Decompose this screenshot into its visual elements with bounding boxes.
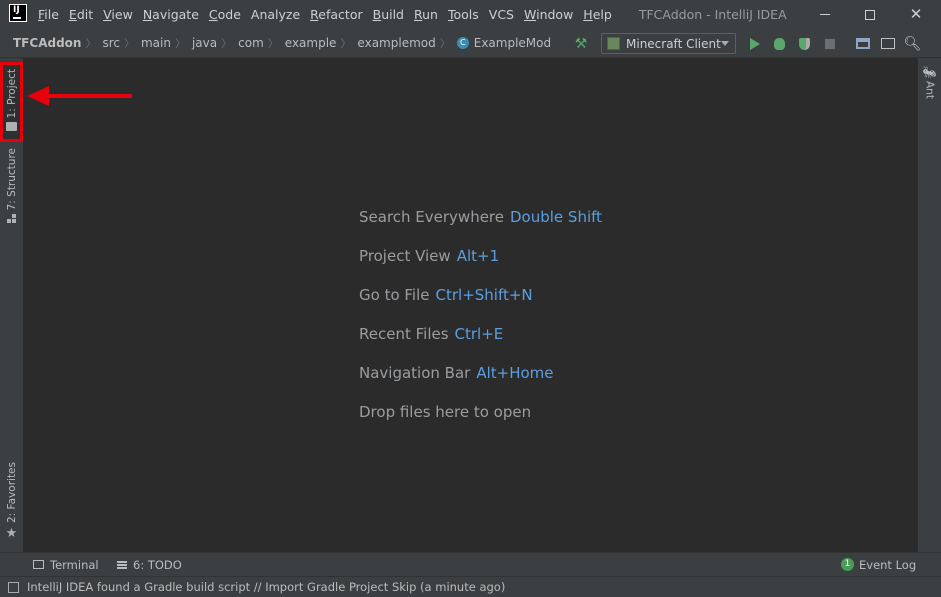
close-icon: ✕: [909, 5, 923, 23]
menu-window[interactable]: Window: [519, 0, 578, 29]
breadcrumb-current-file[interactable]: ExampleMod: [474, 36, 551, 50]
maximize-icon: [865, 9, 875, 20]
breadcrumb-item[interactable]: com: [238, 36, 264, 50]
build-hammer-icon[interactable]: ⚒: [570, 36, 592, 52]
coverage-button[interactable]: [792, 29, 817, 58]
terminal-tab-label: Terminal: [50, 557, 99, 572]
breadcrumb-item[interactable]: TFCAddon: [13, 36, 81, 50]
debug-button[interactable]: [767, 29, 792, 58]
ant-tool-tab[interactable]: 🐜︎ Ant: [918, 66, 941, 99]
menu-view[interactable]: View: [98, 0, 138, 29]
run-button[interactable]: [742, 29, 767, 58]
toggle-tool-windows-icon[interactable]: [8, 581, 19, 593]
favorites-tab-label: 2: Favorites: [5, 462, 18, 523]
event-count-badge: 1: [841, 558, 854, 571]
breadcrumb-separator-icon: 〉: [439, 37, 451, 50]
search-icon: 🔍︎: [903, 35, 922, 52]
menu-refactor[interactable]: Refactor: [305, 0, 367, 29]
stop-icon: [824, 38, 835, 49]
stop-button[interactable]: [817, 29, 842, 58]
hint-project-view: Project View Alt+1: [359, 247, 500, 265]
breadcrumb-separator-icon: 〉: [85, 37, 97, 50]
annotation-arrow-shaft: [48, 94, 132, 98]
coverage-icon: [799, 37, 810, 50]
menu-code[interactable]: Code: [204, 0, 246, 29]
project-tab-label: 1: Project: [5, 69, 18, 119]
breadcrumb-item[interactable]: src: [102, 36, 120, 50]
terminal-tool-tab[interactable]: Terminal: [33, 553, 99, 576]
search-everywhere-button[interactable]: 🔍︎: [900, 29, 925, 58]
intellij-logo-icon[interactable]: [9, 3, 27, 22]
breadcrumb-item[interactable]: examplemod: [357, 36, 435, 50]
bug-icon: [774, 37, 785, 50]
right-tool-window-bar: 🐜︎ Ant: [918, 58, 941, 552]
breadcrumb: TFCAddon 〉 src 〉 main 〉 java 〉 com 〉 example 〉…: [0, 29, 551, 58]
todo-tab-label: 6: TODO: [133, 557, 182, 572]
chevron-down-icon: [721, 41, 729, 46]
editor-empty-area[interactable]: Search Everywhere Double Shift Project Vi…: [23, 58, 918, 552]
play-icon: [749, 37, 760, 50]
breadcrumb-item[interactable]: java: [192, 36, 217, 50]
window-title: TFCAddon - IntelliJ IDEA: [638, 7, 787, 22]
breadcrumb-separator-icon: 〉: [123, 37, 135, 50]
structure-tab-label: 7: Structure: [5, 148, 18, 211]
menu-file[interactable]: File: [33, 0, 64, 29]
run-configuration-select[interactable]: Minecraft Client: [601, 33, 736, 54]
navigation-bar: TFCAddon 〉 src 〉 main 〉 java 〉 com 〉 example 〉…: [0, 29, 941, 58]
minimize-icon: [820, 14, 830, 15]
bottom-tool-window-bar: Terminal 6: TODO 1 Event Log: [0, 552, 941, 576]
event-log-tab-label: Event Log: [859, 557, 917, 572]
breadcrumb-separator-icon: 〉: [340, 37, 352, 50]
menu-edit[interactable]: Edit: [64, 0, 98, 29]
minecraft-icon: [607, 37, 620, 50]
minimize-button[interactable]: [802, 0, 848, 29]
breadcrumb-item[interactable]: example: [285, 36, 337, 50]
folder-icon: [6, 122, 17, 132]
left-tool-window-bar: 1: Project 7: Structure 2: Favorites ★: [0, 58, 23, 552]
run-configuration-label: Minecraft Client: [626, 36, 721, 51]
hint-go-to-file: Go to File Ctrl+Shift+N: [359, 286, 533, 304]
breadcrumb-item[interactable]: main: [141, 36, 171, 50]
project-tool-tab[interactable]: 1: Project: [0, 62, 23, 142]
run-toolbar: ⚒ Minecraft Client 🔍︎: [570, 29, 925, 58]
todo-list-icon: [117, 560, 127, 569]
event-log-tool-tab[interactable]: 1 Event Log: [841, 553, 916, 576]
ant-icon: 🐜︎: [922, 66, 937, 79]
annotation-arrow-head-icon: [27, 86, 49, 106]
structure-tool-tab[interactable]: 7: Structure: [0, 148, 23, 228]
close-button[interactable]: ✕: [893, 0, 939, 29]
hint-recent-files: Recent Files Ctrl+E: [359, 325, 504, 343]
ant-tab-label: Ant: [923, 81, 936, 99]
breadcrumb-separator-icon: 〉: [174, 37, 186, 50]
editor-hints: Search Everywhere Double Shift Project Vi…: [359, 208, 602, 442]
menu-build[interactable]: Build: [368, 0, 409, 29]
project-structure-button[interactable]: [850, 29, 875, 58]
breadcrumb-separator-icon: 〉: [221, 37, 233, 50]
favorites-tool-tab[interactable]: 2: Favorites ★: [0, 462, 23, 547]
main-menu: File Edit View Navigate Code Analyze Refactor B…: [33, 0, 617, 29]
presentation-button[interactable]: [875, 29, 900, 58]
maximize-button[interactable]: [847, 0, 893, 29]
hint-drop-files: Drop files here to open: [359, 403, 532, 421]
java-class-icon: C: [456, 37, 469, 49]
status-message[interactable]: IntelliJ IDEA found a Gradle build scrip…: [27, 580, 505, 594]
window-icon: [880, 38, 895, 49]
menu-tools[interactable]: Tools: [443, 0, 484, 29]
breadcrumb-separator-icon: 〉: [267, 37, 279, 50]
terminal-icon: [33, 560, 44, 569]
hint-search-everywhere: Search Everywhere Double Shift: [359, 208, 603, 226]
todo-tool-tab[interactable]: 6: TODO: [117, 553, 182, 576]
hint-navigation-bar: Navigation Bar Alt+Home: [359, 364, 554, 382]
menu-analyze[interactable]: Analyze: [246, 0, 305, 29]
title-menu-bar: FileEditViewNavigateCodeAnalyzeRefactorB…: [0, 0, 941, 29]
project-structure-icon: [855, 38, 870, 49]
menu-navigate[interactable]: Navigate: [138, 0, 204, 29]
menu-help[interactable]: Help: [578, 0, 617, 29]
star-icon: ★: [5, 526, 18, 541]
status-bar: IntelliJ IDEA found a Gradle build scrip…: [0, 576, 941, 597]
structure-icon: [7, 214, 16, 224]
menu-vcs[interactable]: VCS: [484, 0, 519, 29]
menu-run[interactable]: Run: [409, 0, 443, 29]
